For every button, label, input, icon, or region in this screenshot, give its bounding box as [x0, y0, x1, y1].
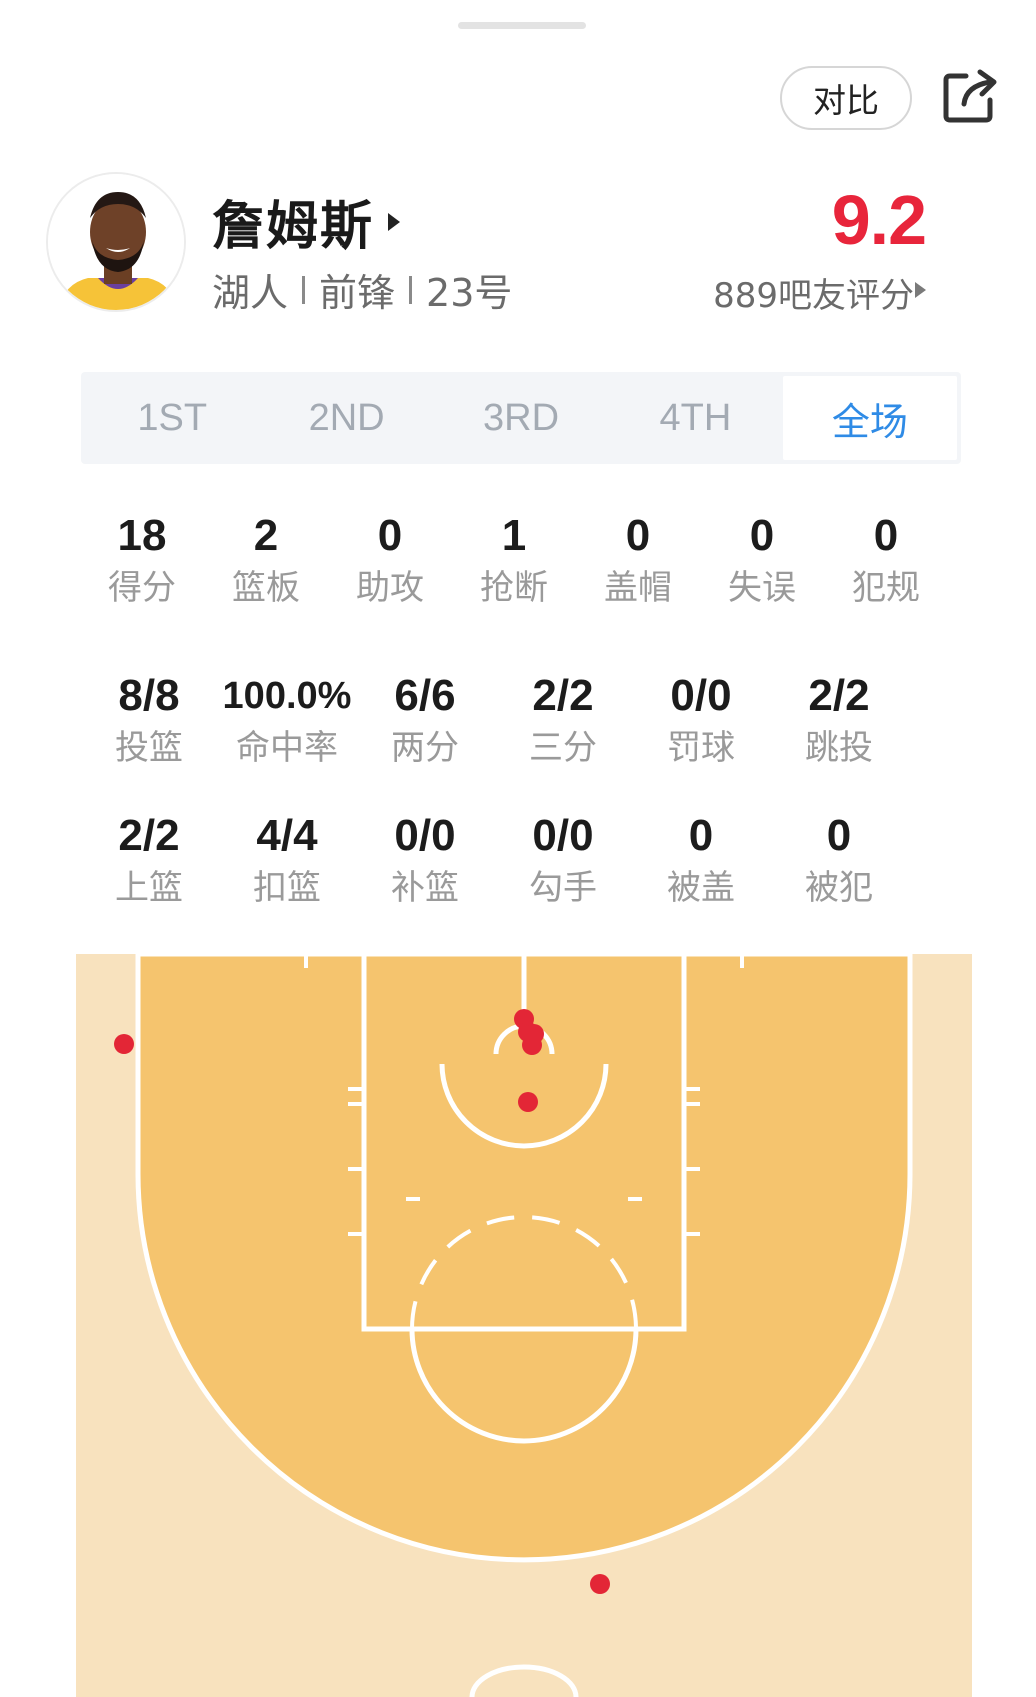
stat-layups: 2/2 上篮	[80, 808, 218, 910]
stat-tip-ins: 0/0 补篮	[356, 808, 494, 910]
tab-1st[interactable]: 1ST	[85, 376, 259, 460]
caret-right-icon	[915, 282, 926, 298]
stat-fouled: 0 被犯	[770, 808, 908, 910]
stat-label: 扣篮	[253, 868, 321, 908]
stat-field-goals: 8/8 投篮	[80, 668, 218, 770]
stat-hook-shots: 0/0 勾手	[494, 808, 632, 910]
stat-label: 投篮	[115, 728, 183, 768]
tab-3rd[interactable]: 3RD	[434, 376, 608, 460]
stat-label: 补篮	[391, 868, 459, 908]
stat-dunks: 4/4 扣篮	[218, 808, 356, 910]
stat-blocks: 0 盖帽	[576, 508, 700, 610]
stat-assists: 0 助攻	[328, 508, 452, 610]
basic-stats: 18 得分 2 篮板 0 助攻 1 抢断 0 盖帽 0 失误 0 犯规	[80, 508, 948, 610]
stat-value: 2/2	[532, 671, 594, 720]
shot-dot	[518, 1092, 538, 1112]
stat-value: 0	[625, 511, 651, 560]
stat-value: 0/0	[670, 671, 732, 720]
stat-label: 罚球	[667, 728, 735, 768]
stat-turnovers: 0 失误	[700, 508, 824, 610]
stat-label: 被犯	[805, 868, 873, 908]
stat-value: 4/4	[256, 811, 318, 860]
stat-value: 0	[688, 811, 714, 860]
player-meta: 湖人 前锋 23号	[212, 262, 512, 317]
stat-value: 0	[826, 811, 852, 860]
stat-free-throws: 0/0 罚球	[632, 668, 770, 770]
player-team: 湖人	[212, 271, 289, 315]
stat-label: 抢断	[480, 568, 548, 608]
stat-three-pointers: 2/2 三分	[494, 668, 632, 770]
player-number: 23号	[426, 271, 513, 315]
stat-value: 0/0	[394, 811, 456, 860]
shot-dot	[590, 1574, 610, 1594]
stat-label: 得分	[108, 568, 176, 608]
shot-dot	[524, 1024, 544, 1044]
divider	[409, 275, 413, 304]
period-tabs: 1ST 2ND 3RD 4TH 全场	[81, 372, 961, 464]
share-icon[interactable]	[940, 66, 1000, 126]
shooting-stats: 8/8 投篮 100.0% 命中率 6/6 两分 2/2 三分 0/0 罚球 2/2 跳投	[80, 668, 908, 770]
player-rating: 9.2	[831, 181, 927, 259]
stat-label: 被盖	[667, 868, 735, 908]
stat-label: 上篮	[115, 868, 183, 908]
stat-steals: 1 抢断	[452, 508, 576, 610]
stat-rebounds: 2 篮板	[204, 508, 328, 610]
stat-points: 18 得分	[80, 508, 204, 610]
stat-blocked: 0 被盖	[632, 808, 770, 910]
player-avatar[interactable]	[46, 172, 186, 312]
stat-value: 2	[253, 511, 279, 560]
stat-label: 两分	[391, 728, 459, 768]
tab-label: 3RD	[483, 396, 560, 439]
stat-jump-shots: 2/2 跳投	[770, 668, 908, 770]
stat-value: 1	[501, 511, 527, 560]
stat-label: 三分	[529, 728, 597, 768]
stat-value: 2/2	[808, 671, 870, 720]
tab-label: 1ST	[137, 396, 208, 439]
divider	[302, 275, 306, 304]
player-name-link[interactable]: 詹姆斯	[212, 184, 401, 259]
stat-label: 助攻	[356, 568, 424, 608]
drag-handle[interactable]	[458, 22, 586, 29]
tab-full-game[interactable]: 全场	[782, 376, 958, 460]
shot-type-stats: 2/2 上篮 4/4 扣篮 0/0 补篮 0/0 勾手 0 被盖 0 被犯	[80, 808, 908, 910]
caret-right-icon	[388, 212, 401, 231]
stat-value: 0/0	[532, 811, 594, 860]
stat-value: 100.0%	[222, 675, 352, 717]
compare-button[interactable]: 对比	[780, 66, 912, 130]
stat-label: 篮板	[232, 568, 300, 608]
tab-label: 全场	[831, 399, 908, 444]
stat-value: 0	[377, 511, 403, 560]
stat-value: 8/8	[118, 671, 180, 720]
stat-value: 2/2	[118, 811, 180, 860]
tab-label: 4TH	[659, 396, 732, 439]
player-position: 前锋	[319, 271, 396, 315]
compare-button-label: 对比	[813, 81, 879, 120]
tab-4th[interactable]: 4TH	[608, 376, 782, 460]
player-name: 詹姆斯	[212, 197, 375, 257]
stat-label: 盖帽	[604, 568, 672, 608]
stat-fouls: 0 犯规	[824, 508, 948, 610]
tab-label: 2ND	[308, 396, 385, 439]
rating-count-link[interactable]: 889吧友评分	[713, 268, 914, 317]
stat-label: 失误	[728, 568, 796, 608]
stat-label: 犯规	[852, 568, 920, 608]
shot-chart-court	[76, 954, 972, 1697]
stat-label: 命中率	[236, 728, 338, 768]
stat-value: 6/6	[394, 671, 456, 720]
stat-two-pointers: 6/6 两分	[356, 668, 494, 770]
stat-label: 勾手	[529, 868, 597, 908]
stat-fg-percentage: 100.0% 命中率	[218, 668, 356, 770]
stat-value: 0	[749, 511, 775, 560]
shot-dot	[114, 1034, 134, 1054]
tab-2nd[interactable]: 2ND	[259, 376, 433, 460]
stat-value: 18	[117, 511, 167, 560]
stat-label: 跳投	[805, 728, 873, 768]
stat-value: 0	[873, 511, 899, 560]
